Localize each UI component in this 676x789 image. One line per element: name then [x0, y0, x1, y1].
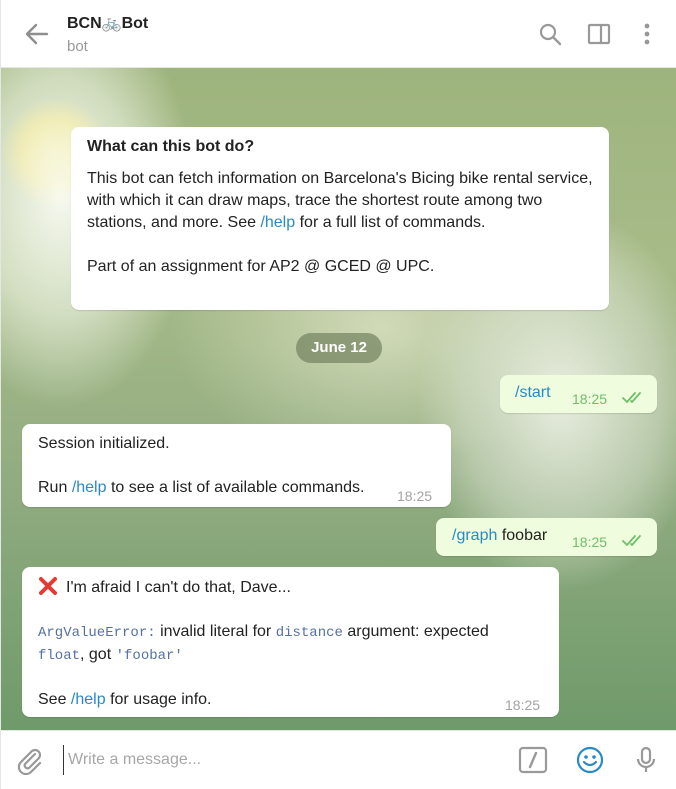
double-check-icon: [622, 535, 641, 546]
back-arrow-icon[interactable]: [23, 20, 51, 48]
message-text-line: I'm afraid I can't do that, Dave...: [38, 576, 543, 599]
message-text-line: /graph foobar: [452, 527, 548, 544]
incoming-message-session[interactable]: Session initialized. Run /help to see a …: [22, 424, 451, 507]
error-name: ArgValueError:: [38, 625, 156, 641]
bot-description-text: This bot can fetch information on Barcel…: [87, 170, 593, 231]
message-composer: [1, 730, 676, 789]
double-check-icon: [622, 392, 641, 403]
bot-description-heading: What can this bot do?: [87, 138, 255, 155]
telegram-window: BCN🚲Bot bot What can this bot do? This b…: [0, 0, 676, 789]
more-vertical-icon[interactable]: [634, 21, 660, 47]
bot-description-footer: Part of an assignment for AP2 @ GCED @ U…: [87, 258, 435, 275]
paperclip-icon[interactable]: [15, 745, 45, 775]
message-text-line: Session initialized.: [38, 435, 170, 452]
red-cross-icon: [39, 577, 57, 595]
error-details: ArgValueError: invalid literal for dista…: [38, 623, 489, 664]
chat-title[interactable]: BCN🚲Bot: [67, 13, 148, 33]
chat-history[interactable]: What can this bot do? This bot can fetch…: [1, 68, 676, 730]
microphone-icon[interactable]: [631, 745, 661, 775]
outgoing-message-start[interactable]: /start 18:25: [500, 375, 657, 413]
message-text-line: See /help for usage info.: [38, 691, 212, 708]
emoji-icon[interactable]: [575, 745, 605, 775]
search-icon[interactable]: [537, 21, 563, 47]
command-start[interactable]: /start: [515, 382, 551, 404]
code-distance: distance: [275, 625, 343, 641]
message-time: 18:25: [397, 488, 433, 504]
message-text-line: Run /help to see a list of available com…: [38, 479, 365, 496]
date-separator: June 12: [296, 333, 382, 363]
chat-subtitle: bot: [67, 38, 88, 55]
sidebar-toggle-icon[interactable]: [586, 21, 612, 47]
command-graph[interactable]: /graph: [452, 527, 497, 544]
message-input[interactable]: [63, 745, 492, 775]
message-time: 18:25: [572, 391, 608, 407]
incoming-message-error[interactable]: I'm afraid I can't do that, Dave... ArgV…: [22, 567, 559, 717]
help-link[interactable]: /help: [260, 214, 295, 231]
message-time: 18:25: [505, 697, 541, 713]
help-link[interactable]: /help: [71, 691, 106, 708]
code-float: float: [38, 648, 81, 664]
chat-header: BCN🚲Bot bot: [1, 0, 676, 68]
help-link[interactable]: /help: [72, 479, 107, 496]
outgoing-message-graph[interactable]: /graph foobar 18:25: [436, 518, 657, 556]
message-time: 18:25: [572, 534, 608, 550]
bot-description-card: What can this bot do? This bot can fetch…: [71, 127, 609, 310]
code-foobar: 'foobar': [115, 648, 183, 664]
bot-commands-icon[interactable]: [518, 745, 548, 775]
